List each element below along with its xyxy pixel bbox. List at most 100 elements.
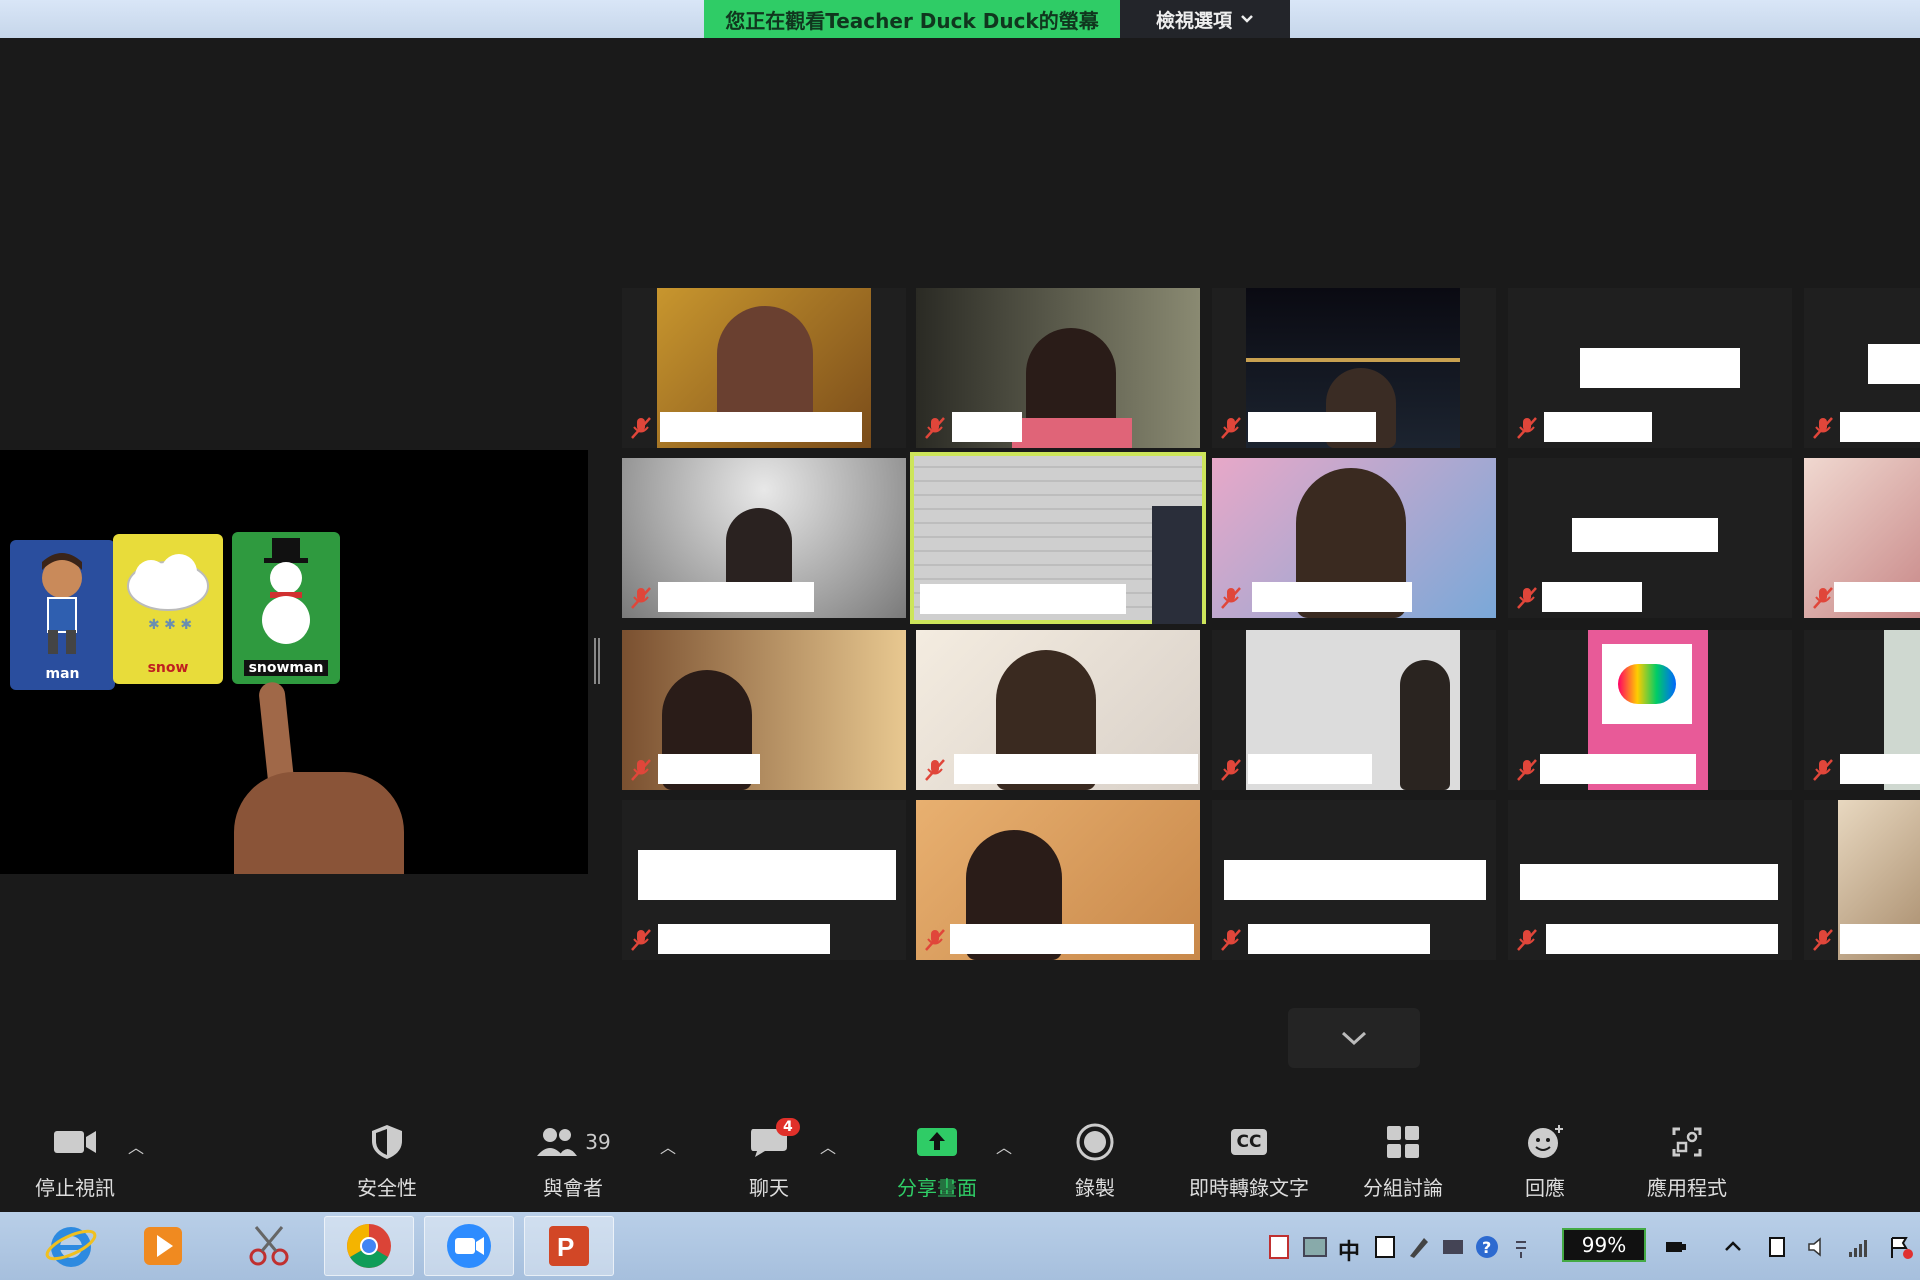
taskbar-zoom[interactable]: [424, 1216, 514, 1276]
media-player-icon: [144, 1227, 182, 1265]
taskbar-powerpoint[interactable]: P: [524, 1216, 614, 1276]
muted-mic-icon: [925, 929, 945, 951]
muted-mic-icon: [1221, 759, 1241, 781]
muted-mic-icon: [1517, 587, 1537, 609]
muted-mic-icon: [1517, 929, 1537, 951]
power-plug-icon[interactable]: [1662, 1234, 1688, 1260]
keyboard-tray-icon[interactable]: [1302, 1234, 1328, 1260]
participant-name-bar: [1540, 754, 1696, 784]
participant-tile[interactable]: [1804, 630, 1920, 790]
view-options-button[interactable]: 檢視選項: [1120, 0, 1290, 38]
fullwidth-tray-icon[interactable]: [1372, 1234, 1398, 1260]
next-page-button[interactable]: [1288, 1008, 1420, 1068]
chat-button[interactable]: 4 聊天: [694, 1118, 844, 1208]
apps-icon: [1672, 1127, 1702, 1157]
participant-name-bar: [658, 924, 830, 954]
share-screen-label: 分享畫面: [897, 1176, 977, 1200]
participant-name-bar: [954, 754, 1198, 784]
apps-button[interactable]: 應用程式: [1612, 1118, 1762, 1208]
taskbar-internet-explorer[interactable]: [26, 1216, 116, 1276]
participant-tile[interactable]: [1508, 458, 1792, 618]
flashcard-man: man: [10, 540, 115, 690]
settings-tray-icon[interactable]: [1440, 1234, 1466, 1260]
security-label: 安全性: [357, 1176, 417, 1200]
muted-mic-icon: [1517, 759, 1537, 781]
panel-splitter-handle[interactable]: [594, 638, 600, 684]
participants-options-caret[interactable]: ︿: [660, 1134, 676, 1158]
snowman-icon: [262, 538, 310, 644]
participant-tile[interactable]: [1508, 800, 1792, 960]
stop-video-button[interactable]: 停止視訊: [0, 1118, 150, 1208]
participant-name-bar: [1248, 412, 1376, 442]
participant-name-bar: [660, 412, 862, 442]
snow-cloud-icon: ✱ ✱ ✱: [127, 554, 209, 633]
participant-tile[interactable]: [1212, 630, 1496, 790]
participant-tile[interactable]: [622, 800, 906, 960]
muted-mic-icon: [1813, 587, 1833, 609]
breakout-grid-icon: [1387, 1126, 1419, 1158]
shield-icon: [372, 1125, 402, 1159]
participant-tile[interactable]: [1804, 288, 1920, 448]
participant-tile[interactable]: [622, 630, 906, 790]
record-button[interactable]: 錄製: [1020, 1118, 1170, 1208]
participant-tile[interactable]: [1212, 800, 1496, 960]
chevron-down-icon: [1341, 1031, 1367, 1046]
participant-tile[interactable]: [622, 288, 906, 448]
scissors-icon: [249, 1226, 289, 1266]
help-icon[interactable]: ?: [1474, 1234, 1500, 1260]
record-label: 錄製: [1075, 1176, 1115, 1200]
network-signal-icon[interactable]: [1846, 1234, 1872, 1260]
device-tray-icon[interactable]: [1764, 1234, 1790, 1260]
participant-tile[interactable]: [1508, 630, 1792, 790]
participant-name-placeholder: [1224, 860, 1486, 900]
action-center-flag-icon[interactable]: [1888, 1234, 1914, 1260]
participant-tile[interactable]: [1804, 458, 1920, 618]
pen-tray-icon[interactable]: [1406, 1234, 1432, 1260]
muted-mic-icon: [1221, 587, 1241, 609]
taskbar-chrome[interactable]: [324, 1216, 414, 1276]
muted-mic-icon: [1813, 417, 1833, 439]
participant-tile[interactable]: [1212, 458, 1496, 618]
participant-tile-active-speaker[interactable]: [910, 452, 1206, 624]
share-options-caret[interactable]: ︿: [996, 1134, 1012, 1158]
participant-name-bar: [1248, 924, 1430, 954]
participant-tile[interactable]: [1508, 288, 1792, 448]
participant-tile[interactable]: [622, 458, 906, 618]
live-transcript-button[interactable]: CC 即時轉錄文字: [1174, 1118, 1324, 1208]
participant-tile[interactable]: [1212, 288, 1496, 448]
svg-text:?: ?: [1482, 1238, 1491, 1257]
stop-video-label: 停止視訊: [35, 1176, 115, 1200]
participant-tile[interactable]: [916, 800, 1200, 960]
participant-name-bar: [950, 924, 1194, 954]
participants-button[interactable]: 39 與會者: [498, 1118, 648, 1208]
reactions-label: 回應: [1525, 1176, 1565, 1200]
breakout-rooms-button[interactable]: 分組討論: [1328, 1118, 1478, 1208]
participant-name-bar: [1252, 582, 1412, 612]
chat-options-caret[interactable]: ︿: [820, 1134, 836, 1158]
participant-name-bar: [658, 754, 760, 784]
meeting-toolbar: 停止視訊 ︿ 安全性 39 與會者 ︿ 4 聊天 ︿ 分享畫面 ︿ 錄製 CC …: [0, 1108, 1920, 1212]
participant-name-placeholder: [1520, 864, 1778, 900]
security-button[interactable]: 安全性: [312, 1118, 462, 1208]
participant-name-placeholder: [1868, 344, 1920, 384]
options-tray-icon[interactable]: [1508, 1234, 1534, 1260]
pdf-tray-icon[interactable]: [1266, 1234, 1292, 1260]
participant-name-bar: [952, 412, 1022, 442]
participant-tile[interactable]: [1804, 800, 1920, 960]
participant-name-bar: [1834, 582, 1920, 612]
battery-indicator[interactable]: 99%: [1562, 1228, 1646, 1262]
reactions-button[interactable]: 回應: [1470, 1118, 1620, 1208]
taskbar-media-player[interactable]: [118, 1216, 208, 1276]
chevron-down-icon: [1241, 15, 1253, 23]
taskbar-snipping-tool[interactable]: [224, 1216, 314, 1276]
muted-mic-icon: [925, 417, 945, 439]
ime-chinese-indicator[interactable]: 中: [1338, 1234, 1364, 1265]
muted-mic-icon: [1813, 759, 1833, 781]
participant-tile[interactable]: [916, 288, 1200, 448]
participant-name-bar: [658, 582, 814, 612]
video-options-caret[interactable]: ︿: [128, 1134, 144, 1158]
participant-tile[interactable]: [916, 630, 1200, 790]
volume-icon[interactable]: [1806, 1234, 1832, 1260]
share-screen-button[interactable]: 分享畫面: [862, 1118, 1012, 1208]
show-hidden-icons-chevron[interactable]: [1720, 1234, 1746, 1260]
